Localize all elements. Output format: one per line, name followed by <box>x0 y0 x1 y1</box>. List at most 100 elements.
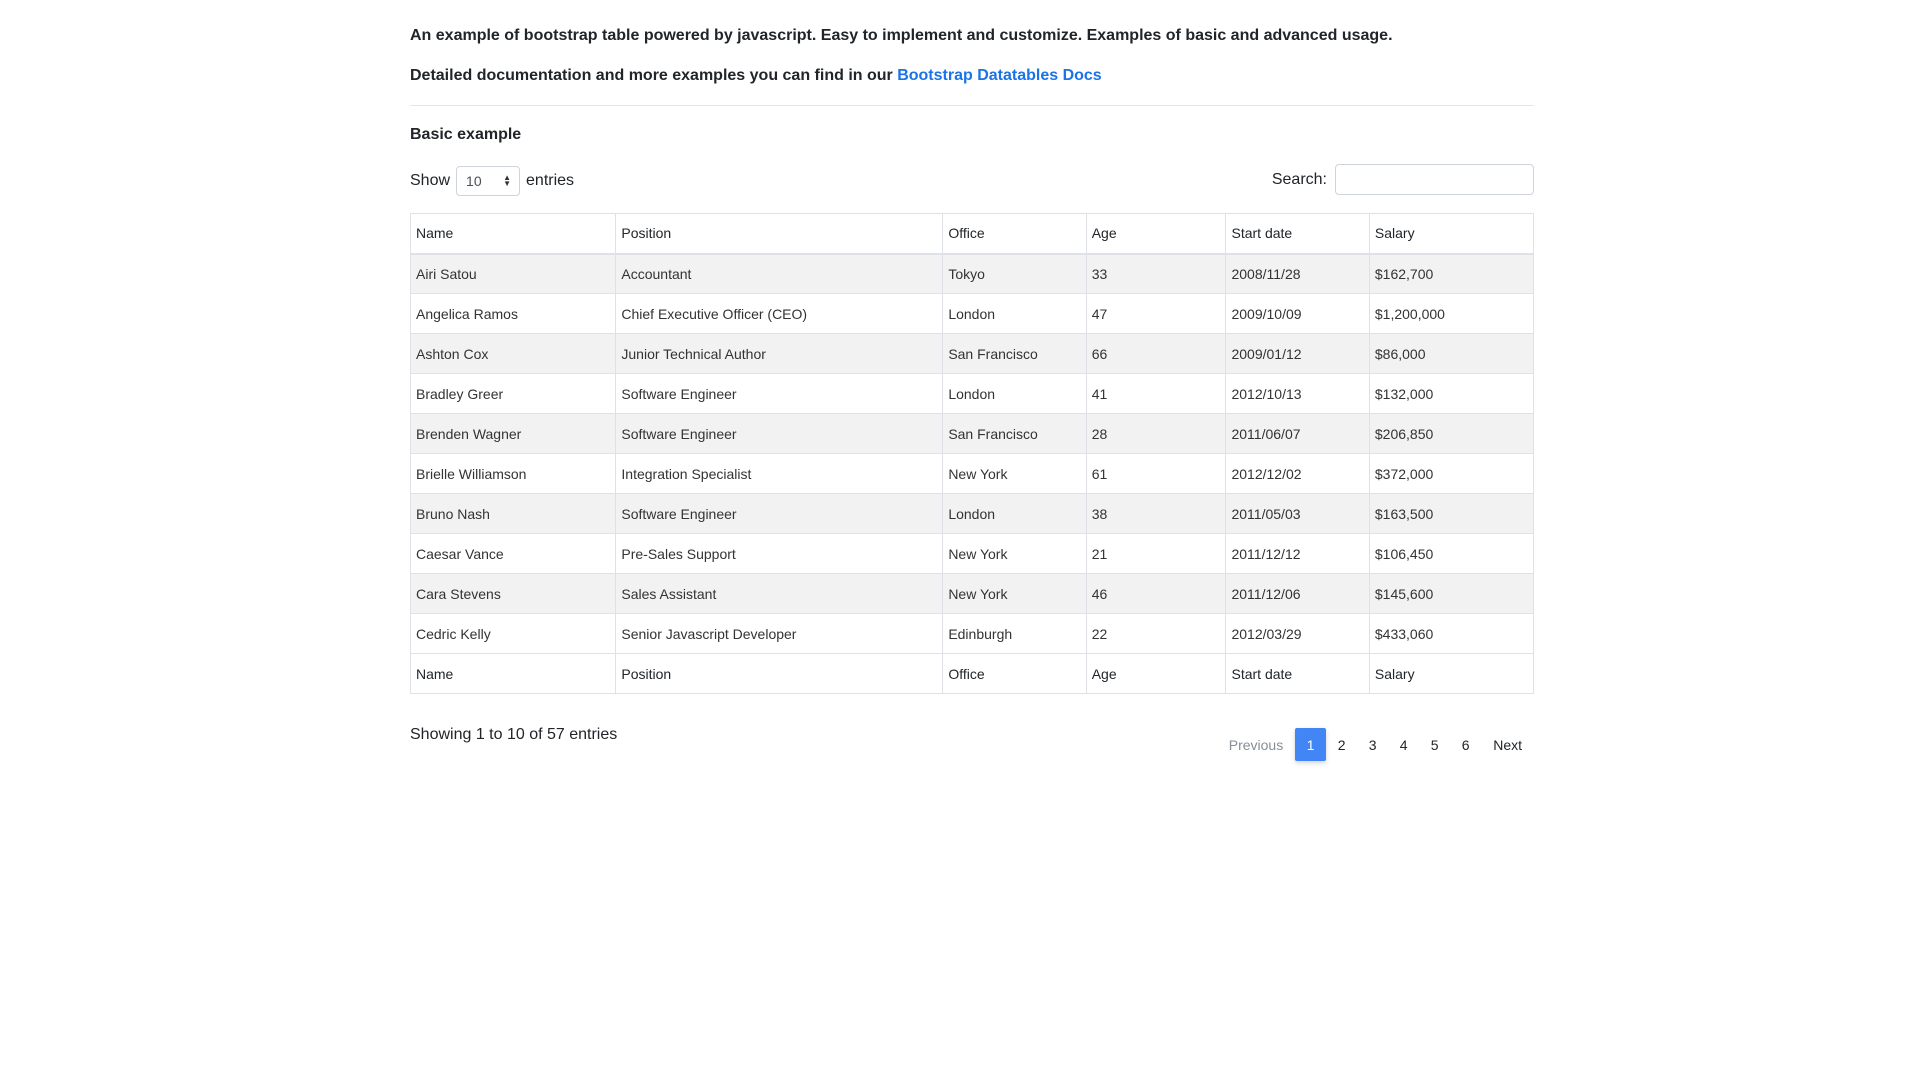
table-row: Bruno NashSoftware EngineerLondon382011/… <box>411 494 1534 534</box>
cell-position: Chief Executive Officer (CEO) <box>616 294 943 334</box>
cell-name: Bradley Greer <box>411 374 616 414</box>
entries-label: entries <box>526 169 574 193</box>
table-body: Airi SatouAccountantTokyo332008/11/28$16… <box>411 254 1534 654</box>
table-header: NamePositionOfficeAgeStart dateSalary <box>411 214 1534 254</box>
cell-name: Brenden Wagner <box>411 414 616 454</box>
table-row: Brielle WilliamsonIntegration Specialist… <box>411 454 1534 494</box>
data-table: NamePositionOfficeAgeStart dateSalary Ai… <box>410 213 1534 694</box>
cell-name: Cara Stevens <box>411 574 616 614</box>
column-header-age[interactable]: Age <box>1086 214 1226 254</box>
entries-length-control: Show 10 ▲▼ entries <box>410 166 574 196</box>
docs-prefix: Detailed documentation and more examples… <box>410 67 897 84</box>
page-button-5[interactable]: 5 <box>1419 728 1450 761</box>
cell-name: Ashton Cox <box>411 334 616 374</box>
cell-salary: $372,000 <box>1369 454 1533 494</box>
cell-office: New York <box>943 574 1086 614</box>
cell-position: Software Engineer <box>616 494 943 534</box>
cell-position: Junior Technical Author <box>616 334 943 374</box>
table-row: Cara StevensSales AssistantNew York46201… <box>411 574 1534 614</box>
page-container: An example of bootstrap table powered by… <box>410 0 1534 762</box>
cell-salary: $86,000 <box>1369 334 1533 374</box>
cell-position: Integration Specialist <box>616 454 943 494</box>
table-row: Caesar VancePre-Sales SupportNew York212… <box>411 534 1534 574</box>
cell-position: Sales Assistant <box>616 574 943 614</box>
cell-age: 46 <box>1086 574 1226 614</box>
cell-office: London <box>943 374 1086 414</box>
column-header-position[interactable]: Position <box>616 214 943 254</box>
cell-start-date: 2011/05/03 <box>1226 494 1369 534</box>
page-button-2[interactable]: 2 <box>1326 728 1357 761</box>
page-button-4[interactable]: 4 <box>1388 728 1419 761</box>
search-input[interactable] <box>1335 164 1534 195</box>
select-arrows-icon: ▲▼ <box>503 175 511 187</box>
cell-name: Brielle Williamson <box>411 454 616 494</box>
table-row: Cedric KellySenior Javascript DeveloperE… <box>411 614 1534 654</box>
search-control: Search: <box>1272 164 1534 195</box>
cell-age: 33 <box>1086 254 1226 294</box>
cell-age: 66 <box>1086 334 1226 374</box>
cell-position: Senior Javascript Developer <box>616 614 943 654</box>
cell-office: San Francisco <box>943 334 1086 374</box>
column-header-salary[interactable]: Salary <box>1369 214 1533 254</box>
cell-position: Software Engineer <box>616 374 943 414</box>
cell-position: Pre-Sales Support <box>616 534 943 574</box>
cell-name: Angelica Ramos <box>411 294 616 334</box>
cell-salary: $163,500 <box>1369 494 1533 534</box>
column-header-name[interactable]: Name <box>411 214 616 254</box>
table-row: Bradley GreerSoftware EngineerLondon4120… <box>411 374 1534 414</box>
cell-start-date: 2011/06/07 <box>1226 414 1369 454</box>
cell-age: 28 <box>1086 414 1226 454</box>
search-label: Search: <box>1272 171 1327 189</box>
page-button-6[interactable]: 6 <box>1450 728 1481 761</box>
cell-start-date: 2012/10/13 <box>1226 374 1369 414</box>
entries-select[interactable]: 10 ▲▼ <box>456 166 520 196</box>
cell-start-date: 2012/03/29 <box>1226 614 1369 654</box>
column-header-start-date[interactable]: Start date <box>1226 214 1369 254</box>
table-footer: NamePositionOfficeAgeStart dateSalary <box>411 654 1534 694</box>
docs-link[interactable]: Bootstrap Datatables Docs <box>897 67 1102 84</box>
table-info: Showing 1 to 10 of 57 entries <box>410 726 617 744</box>
cell-salary: $206,850 <box>1369 414 1533 454</box>
cell-age: 21 <box>1086 534 1226 574</box>
cell-salary: $162,700 <box>1369 254 1533 294</box>
show-label: Show <box>410 169 450 193</box>
cell-age: 38 <box>1086 494 1226 534</box>
cell-start-date: 2009/10/09 <box>1226 294 1369 334</box>
page-button-1[interactable]: 1 <box>1295 728 1326 761</box>
next-page-button[interactable]: Next <box>1481 728 1534 761</box>
cell-office: Edinburgh <box>943 614 1086 654</box>
pagination: Previous123456Next <box>1217 728 1534 761</box>
cell-salary: $106,450 <box>1369 534 1533 574</box>
table-row: Ashton CoxJunior Technical AuthorSan Fra… <box>411 334 1534 374</box>
cell-salary: $132,000 <box>1369 374 1533 414</box>
page-button-3[interactable]: 3 <box>1357 728 1388 761</box>
cell-start-date: 2008/11/28 <box>1226 254 1369 294</box>
cell-salary: $433,060 <box>1369 614 1533 654</box>
table-row: Brenden WagnerSoftware EngineerSan Franc… <box>411 414 1534 454</box>
cell-position: Software Engineer <box>616 414 943 454</box>
column-footer-row: NamePositionOfficeAgeStart dateSalary <box>411 654 1534 694</box>
column-footer-salary: Salary <box>1369 654 1533 694</box>
cell-name: Caesar Vance <box>411 534 616 574</box>
previous-page-button[interactable]: Previous <box>1217 728 1295 761</box>
docs-line: Detailed documentation and more examples… <box>410 65 1534 87</box>
column-header-office[interactable]: Office <box>943 214 1086 254</box>
cell-age: 47 <box>1086 294 1226 334</box>
column-footer-age: Age <box>1086 654 1226 694</box>
table-controls: Show 10 ▲▼ entries Search: <box>410 162 1534 196</box>
cell-office: Tokyo <box>943 254 1086 294</box>
cell-position: Accountant <box>616 254 943 294</box>
cell-start-date: 2011/12/12 <box>1226 534 1369 574</box>
column-header-row: NamePositionOfficeAgeStart dateSalary <box>411 214 1534 254</box>
table-bottom: Showing 1 to 10 of 57 entries Previous12… <box>410 722 1534 762</box>
cell-salary: $1,200,000 <box>1369 294 1533 334</box>
cell-office: London <box>943 294 1086 334</box>
cell-name: Airi Satou <box>411 254 616 294</box>
cell-start-date: 2009/01/12 <box>1226 334 1369 374</box>
divider <box>410 105 1534 106</box>
entries-select-value: 10 <box>466 169 482 193</box>
column-footer-office: Office <box>943 654 1086 694</box>
cell-start-date: 2012/12/02 <box>1226 454 1369 494</box>
cell-start-date: 2011/12/06 <box>1226 574 1369 614</box>
cell-salary: $145,600 <box>1369 574 1533 614</box>
